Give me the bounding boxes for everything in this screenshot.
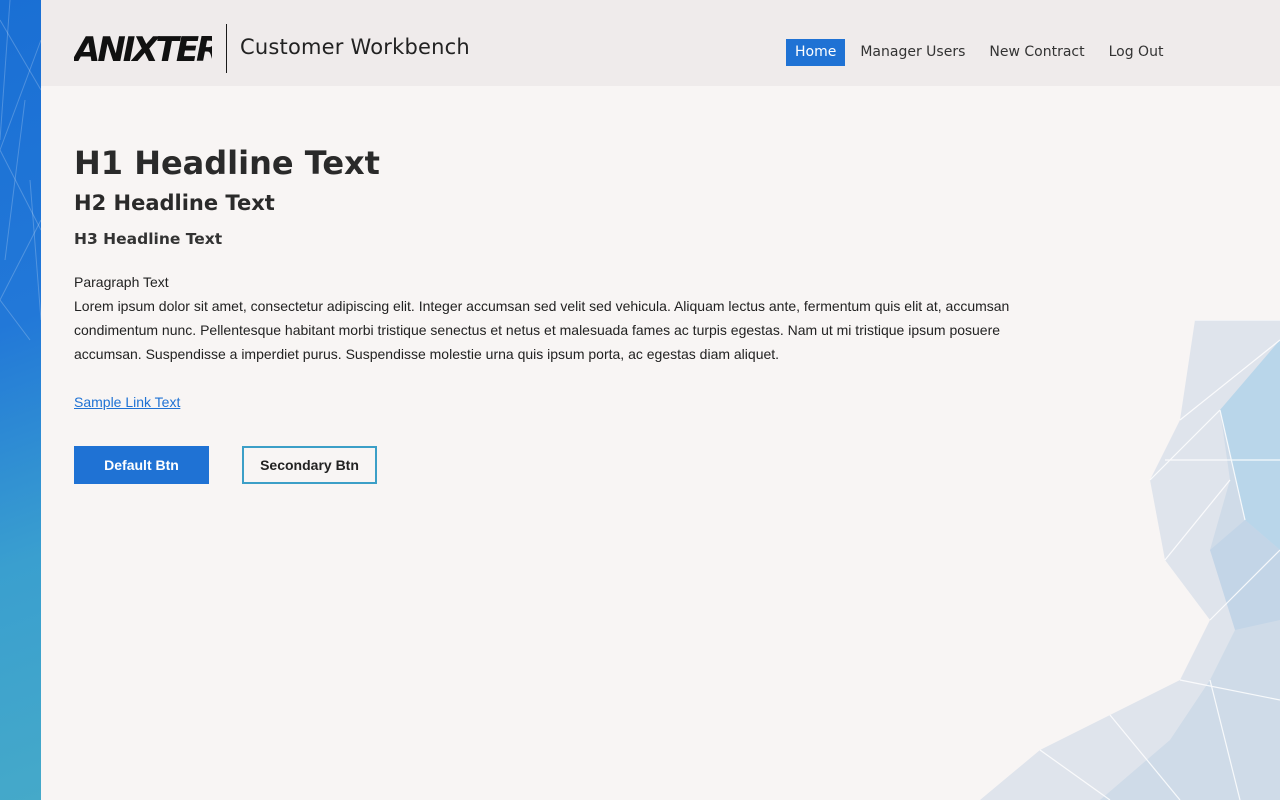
nav-manager-users[interactable]: Manager Users [851, 39, 974, 66]
secondary-button[interactable]: Secondary Btn [242, 446, 377, 484]
app-title: Customer Workbench [240, 35, 470, 59]
network-pattern-icon [0, 0, 41, 341]
anixter-logo: ANIXTER [74, 30, 212, 64]
paragraph-body: Lorem ipsum dolor sit amet, consectetur … [74, 298, 1010, 362]
content-area: H1 Headline Text H2 Headline Text H3 Hea… [74, 140, 1034, 484]
h1-headline: H1 Headline Text [74, 144, 380, 182]
app-window: ANIXTER Customer Workbench Home Manager … [0, 0, 1280, 800]
main-nav: Home Manager Users New Contract Log Out [786, 39, 1178, 66]
logo-divider [226, 24, 227, 73]
nav-new-contract[interactable]: New Contract [980, 39, 1093, 66]
button-group: Default Btn Secondary Btn [74, 446, 1034, 484]
sample-link[interactable]: Sample Link Text [74, 390, 180, 414]
main-area: ANIXTER Customer Workbench Home Manager … [41, 0, 1280, 800]
decorative-side-strip [0, 0, 41, 800]
paragraph-label: Paragraph Text [74, 274, 169, 290]
svg-text:ANIXTER: ANIXTER [74, 30, 212, 64]
h3-headline: H3 Headline Text [74, 230, 223, 248]
nav-home[interactable]: Home [786, 39, 846, 66]
top-header: ANIXTER Customer Workbench Home Manager … [41, 0, 1280, 86]
nav-log-out[interactable]: Log Out [1100, 39, 1173, 66]
default-button[interactable]: Default Btn [74, 446, 209, 484]
h2-headline: H2 Headline Text [74, 191, 275, 215]
